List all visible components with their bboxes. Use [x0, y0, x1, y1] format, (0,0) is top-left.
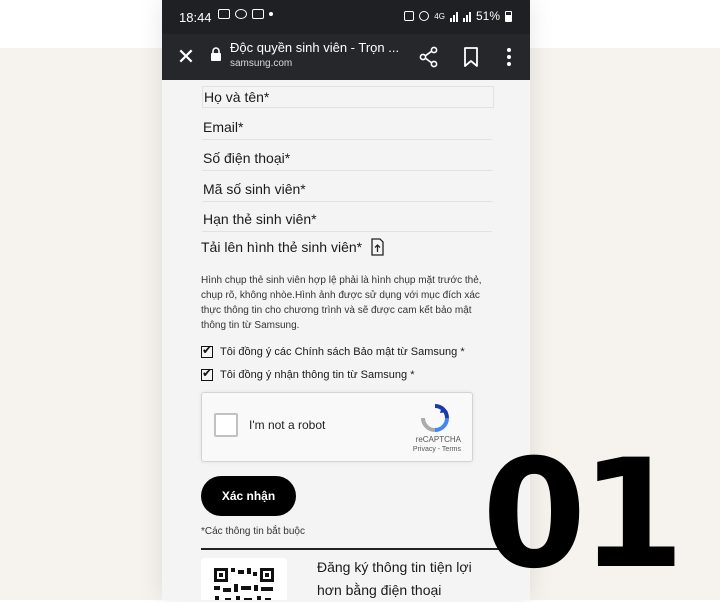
info-checkbox[interactable]	[201, 366, 213, 381]
upload-note: Hình chụp thẻ sinh viên hợp lệ phải là h…	[201, 275, 482, 331]
phone-label: Số điện thoại*	[203, 150, 291, 166]
more-vert-icon[interactable]	[496, 44, 522, 70]
privacy-consent[interactable]: Tôi đồng ý các Chính sách Bảo mật từ Sam…	[201, 343, 465, 358]
recaptcha-label: I'm not a robot	[249, 418, 326, 432]
address-bar[interactable]: Độc quyền sinh viên - Trọn ... samsung.c…	[230, 40, 430, 69]
recaptcha-brand: reCAPTCHA	[415, 435, 461, 444]
share-icon[interactable]	[416, 44, 442, 70]
required-note: *Các thông tin bắt buộc	[201, 526, 305, 537]
system-icons: 4G 51%	[404, 9, 512, 23]
battery-level: 51%	[475, 9, 500, 23]
more-notifications-icon	[269, 12, 273, 16]
upload-label: Tải lên hình thẻ sinh viên*	[201, 239, 363, 255]
signal-2-icon	[462, 11, 471, 22]
page-url: samsung.com	[230, 58, 293, 69]
submit-button[interactable]: Xác nhận	[201, 476, 296, 516]
card-expiry-field[interactable]: Hạn thẻ sinh viên*	[202, 209, 492, 232]
promo-text: Đăng ký thông tin tiện lợi hơn bằng điện…	[317, 559, 472, 598]
bookmark-icon[interactable]	[458, 44, 484, 70]
status-bar: 18:44 4G 51%	[162, 0, 530, 34]
section-divider	[201, 548, 501, 550]
form-content: Họ và tên* Email* Số điện thoại* Mã số s…	[162, 80, 530, 600]
email-field[interactable]: Email*	[202, 117, 492, 140]
browser-toolbar: ✕ Độc quyền sinh viên - Trọn ... samsung…	[162, 34, 530, 80]
network-type: 4G	[434, 11, 445, 21]
lock-icon	[211, 47, 221, 61]
card-expiry-label: Hạn thẻ sinh viên*	[203, 211, 317, 227]
fullname-field[interactable]: Họ và tên*	[202, 86, 494, 108]
battery-icon	[505, 10, 512, 22]
recaptcha-logo-icon	[421, 404, 449, 432]
close-icon[interactable]: ✕	[172, 43, 200, 71]
status-time: 18:44	[179, 10, 212, 25]
qr-code	[201, 558, 287, 600]
recaptcha-checkbox[interactable]	[214, 413, 238, 437]
step-number-overlay: 01	[482, 428, 685, 602]
fullname-label: Họ và tên*	[204, 89, 270, 105]
file-upload-icon[interactable]	[370, 238, 385, 256]
privacy-checkbox[interactable]	[201, 343, 213, 358]
upload-card-row[interactable]: Tải lên hình thẻ sinh viên*	[201, 238, 385, 256]
alarm-icon	[404, 11, 415, 21]
youtube-icon	[218, 9, 230, 19]
privacy-consent-label: Tôi đồng ý các Chính sách Bảo mật từ Sam…	[220, 346, 465, 358]
student-id-label: Mã số sinh viên*	[203, 181, 306, 197]
email-label: Email*	[203, 119, 244, 135]
student-id-field[interactable]: Mã số sinh viên*	[202, 179, 492, 202]
phone-field[interactable]: Số điện thoại*	[202, 148, 492, 171]
signal-icon	[449, 11, 458, 22]
page-title: Độc quyền sinh viên - Trọn ...	[230, 40, 400, 55]
qr-code-icon	[213, 567, 275, 600]
messenger-icon	[252, 9, 264, 19]
recaptcha-links[interactable]: Privacy - Terms	[413, 446, 461, 453]
notification-icons	[218, 9, 273, 19]
info-consent[interactable]: Tôi đồng ý nhận thông tin từ Samsung *	[201, 366, 415, 381]
info-consent-label: Tôi đồng ý nhận thông tin từ Samsung *	[220, 369, 415, 381]
recaptcha-widget: I'm not a robot reCAPTCHA Privacy - Term…	[201, 392, 473, 462]
whatsapp-icon	[235, 9, 247, 19]
phone-screen: 18:44 4G 51% ✕ Độc quyền sinh viên - Trọ…	[162, 0, 530, 600]
clock-icon	[419, 11, 430, 21]
